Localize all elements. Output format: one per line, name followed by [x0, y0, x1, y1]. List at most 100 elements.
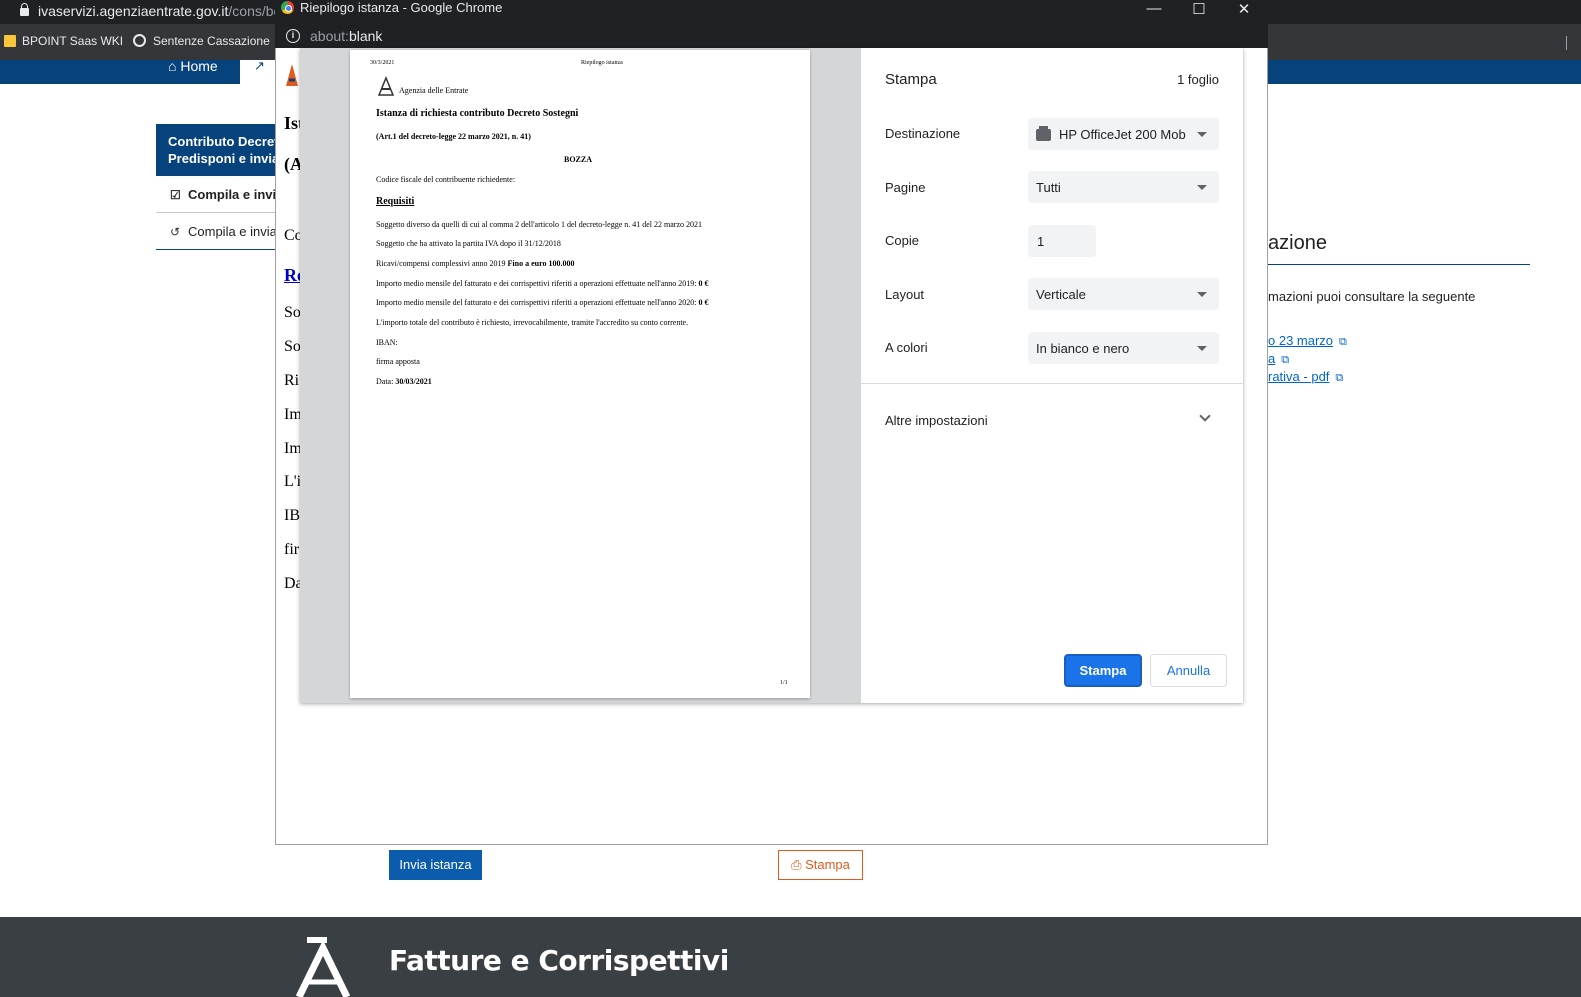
print-settings-title: Stampa — [885, 71, 937, 88]
underlay-line: Ri — [284, 372, 300, 389]
page-date: Data: 30/03/2021 — [376, 377, 432, 386]
popup-window-title: Riepilogo istanza - Google Chrome — [300, 0, 503, 15]
print-preview-page: 30/3/2021 Riepilogo istanza Agenzia dell… — [350, 50, 810, 698]
right-panel-link-3[interactable]: rativa - pdf ⧉ — [1268, 369, 1343, 385]
page-date-label: Data: — [376, 377, 396, 386]
info-icon[interactable]: i — [286, 29, 300, 43]
address-scheme: about: — [310, 28, 349, 44]
minimize-icon[interactable]: — — [1144, 0, 1164, 17]
url-host: ivaservizi.agenziaentrate.gov.it — [38, 3, 229, 19]
maximize-icon[interactable]: ☐ — [1189, 0, 1209, 18]
page-line: Soggetto che ha attivato la partita IVA … — [376, 239, 561, 248]
lock-icon — [20, 3, 29, 16]
page-date-value: 30/03/2021 — [395, 377, 432, 386]
color-label: A colori — [885, 340, 928, 355]
print-settings-panel: Stampa 1 foglio Destinazione HP OfficeJe… — [861, 48, 1243, 703]
chrome-icon — [281, 1, 294, 14]
close-icon[interactable]: ✕ — [1234, 0, 1254, 18]
external-link-icon: ⧉ — [1335, 372, 1344, 384]
page-line: L'importo totale del contributo è richie… — [376, 318, 689, 327]
page-line-value: 0 € — [698, 298, 709, 307]
site-footer — [0, 917, 1581, 997]
sidebar-item-label: Compila e invia — [188, 187, 276, 202]
underlay-line: So — [284, 304, 301, 321]
bookmarks-separator — [1566, 36, 1567, 50]
page-line: Importo medio mensile del fatturato e de… — [376, 298, 709, 307]
nav-tab-external[interactable]: ↗ — [240, 58, 276, 84]
page-agency: Agenzia delle Entrate — [399, 86, 469, 95]
right-panel-link-2[interactable]: a ⧉ — [1268, 351, 1289, 367]
page-header-date: 30/3/2021 — [370, 60, 395, 66]
chevron-down-icon[interactable] — [1199, 410, 1211, 422]
popup-address-bar: i about:blank — [275, 24, 1268, 48]
sidebar-header: Contributo Decreto Predisponi e invia — [156, 124, 276, 176]
link-label: a — [1268, 351, 1276, 366]
submit-request-button[interactable]: Invia istanza — [389, 850, 482, 880]
popup-address[interactable]: about:blank — [310, 28, 382, 44]
page-subheading: (Art.1 del decreto-legge 22 marzo 2021, … — [376, 132, 531, 141]
dropdown-arrow-icon — [1197, 292, 1207, 297]
underlay-line: L'i — [284, 473, 302, 490]
right-panel-link-1[interactable]: o 23 marzo ⧉ — [1268, 333, 1347, 349]
link-label: o 23 marzo — [1268, 333, 1334, 348]
agenzia-logo — [377, 76, 395, 96]
destination-value: HP OfficeJet 200 Mob — [1059, 127, 1186, 142]
print-dialog: 30/3/2021 Riepilogo istanza Agenzia dell… — [300, 48, 1243, 703]
address-rest: blank — [348, 28, 383, 44]
more-settings-toggle[interactable]: Altre impostazioni — [885, 413, 988, 428]
underlay-line: So — [284, 338, 301, 355]
page-firma: firma apposta — [376, 357, 420, 366]
dropdown-arrow-icon — [1197, 185, 1207, 190]
link-label: rativa - pdf — [1268, 369, 1330, 384]
color-value: In bianco e nero — [1036, 341, 1130, 356]
nav-home-link[interactable]: ⌂ Home — [168, 58, 218, 74]
right-panel-text: mazioni puoi consultare la seguente — [1268, 289, 1476, 304]
pages-value: Tutti — [1036, 180, 1061, 195]
page-print-button[interactable]: ⎙ Stampa — [778, 850, 863, 880]
footer-title: Fatture e Corrispettivi — [389, 944, 729, 977]
popup-title-bar: Riepilogo istanza - Google Chrome — ☐ ✕ — [275, 0, 1268, 24]
destination-select[interactable]: HP OfficeJet 200 Mob — [1028, 118, 1219, 150]
layout-label: Layout — [885, 287, 925, 302]
printer-icon: ⎙ — [791, 857, 806, 872]
sidebar-item-compila-invia-2[interactable]: ↺ Compila e invia — [156, 213, 276, 250]
page-number: 1/1 — [780, 680, 788, 686]
copies-label: Copie — [885, 233, 919, 248]
bookmark-sentenze[interactable]: Sentenze Cassazione — [133, 34, 270, 48]
bookmark-label: BPOINT Saas WKI — [22, 34, 124, 48]
right-panel-divider — [1268, 264, 1530, 265]
destination-label: Destinazione — [885, 126, 961, 141]
pages-label: Pagine — [885, 180, 926, 195]
printer-icon — [1036, 126, 1051, 141]
copies-value: 1 — [1037, 234, 1045, 249]
undo-icon: ↺ — [170, 225, 181, 239]
page-line-text: Importo medio mensile del fatturato e de… — [376, 279, 699, 288]
page-line-text: Ricavi/compensi complessivi anno 2019 — [376, 259, 508, 268]
print-button[interactable]: Stampa — [1064, 654, 1142, 687]
page-draft: BOZZA — [564, 155, 593, 164]
page-cf-label: Codice fiscale del contribuente richiede… — [376, 175, 516, 184]
sidebar-item-compila-invia[interactable]: ☑ Compila e invia — [156, 176, 276, 213]
background-url[interactable]: ivaservizi.agenziaentrate.gov.it/cons/bc — [20, 3, 281, 19]
external-link-icon: ↗ — [254, 58, 265, 73]
page-line-value: 0 € — [698, 279, 709, 288]
page-line-value: Fino a euro 100.000 — [507, 259, 575, 268]
url-path: /cons/bc — [228, 3, 281, 19]
bookmark-bpoint[interactable]: BPOINT Saas WKI — [4, 34, 123, 48]
bookmark-label: Sentenze Cassazione — [153, 34, 270, 48]
underlay-line: fir — [284, 541, 300, 558]
cancel-button[interactable]: Annulla — [1150, 654, 1227, 687]
copies-input[interactable]: 1 — [1028, 225, 1096, 257]
color-select[interactable]: In bianco e nero — [1028, 332, 1219, 364]
page-requirements-title: Requisiti — [376, 196, 415, 207]
home-icon: ⌂ — [168, 58, 181, 74]
dropdown-arrow-icon — [1197, 132, 1207, 137]
right-panel-title: azione — [1268, 232, 1327, 254]
checkbox-icon: ☑ — [170, 188, 181, 202]
agenzia-logo — [286, 64, 298, 86]
pages-select[interactable]: Tutti — [1028, 171, 1219, 203]
layout-select[interactable]: Verticale — [1028, 278, 1219, 310]
external-link-icon: ⧉ — [1281, 354, 1290, 366]
page-header-title: Riepilogo istanza — [581, 60, 623, 66]
dropdown-arrow-icon — [1197, 346, 1207, 351]
